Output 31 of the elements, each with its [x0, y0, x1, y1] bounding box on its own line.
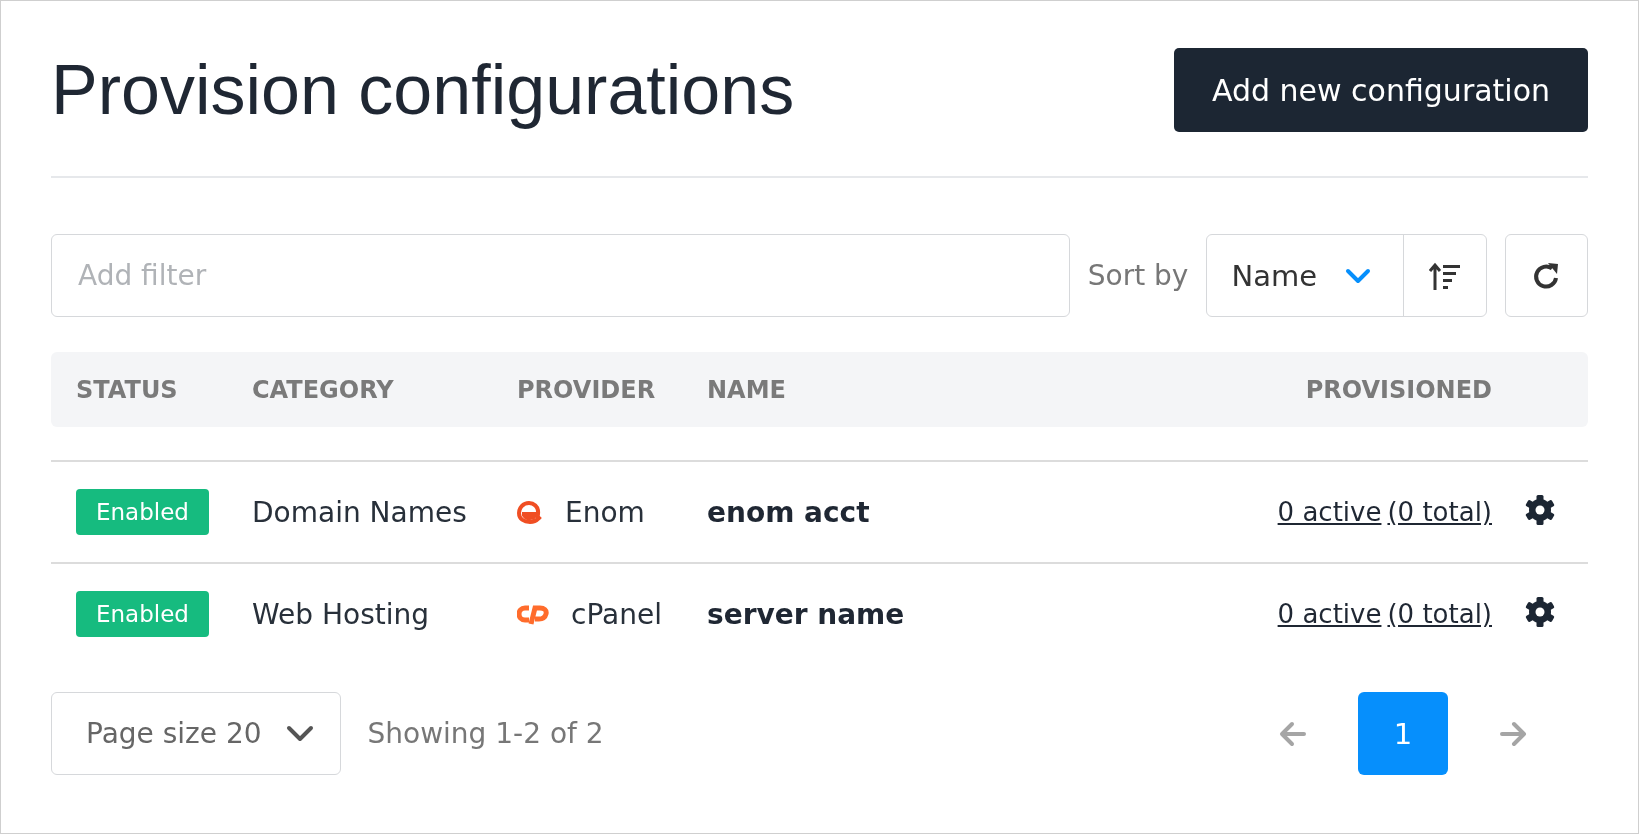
refresh-button[interactable] [1505, 234, 1588, 317]
results-count: Showing 1-2 of 2 [367, 717, 605, 750]
page-size-dropdown[interactable]: Page size 20 [51, 692, 341, 775]
chevron-down-icon [1345, 267, 1371, 284]
settings-icon[interactable] [1524, 494, 1556, 526]
sort-dropdown[interactable]: Name [1207, 235, 1404, 316]
provider-name: cPanel [571, 597, 662, 631]
sort-label: Sort by [1087, 259, 1189, 292]
logo-icon [517, 603, 549, 625]
total-link[interactable]: (0 total) [1387, 599, 1492, 629]
filter-field[interactable]: Add filter [51, 234, 1070, 317]
column-header: STATUS [76, 375, 179, 404]
column-header: NAME [707, 375, 787, 404]
status-badge: Enabled [76, 489, 209, 535]
provider-name: Enom [565, 495, 645, 529]
add-configuration-button[interactable]: Add new configuration [1174, 48, 1588, 132]
total-link[interactable]: (0 total) [1387, 497, 1492, 527]
column-header: CATEGORY [252, 375, 395, 404]
page-title: Provision configurations [51, 50, 795, 130]
category-text: Web Hosting [252, 597, 430, 631]
column-header: PROVISIONED [1304, 375, 1492, 404]
column-header: PROVIDER [517, 375, 657, 404]
status-badge: Enabled [76, 591, 209, 637]
configuration-name: enom acct [707, 495, 871, 529]
configuration-name: server name [707, 597, 906, 631]
logo-icon [517, 500, 543, 524]
category-text: Domain Names [252, 495, 468, 529]
active-link[interactable]: 0 active [1277, 497, 1382, 527]
active-link[interactable]: 0 active [1277, 599, 1382, 629]
settings-icon[interactable] [1524, 596, 1556, 628]
chevron-down-icon [285, 724, 314, 743]
